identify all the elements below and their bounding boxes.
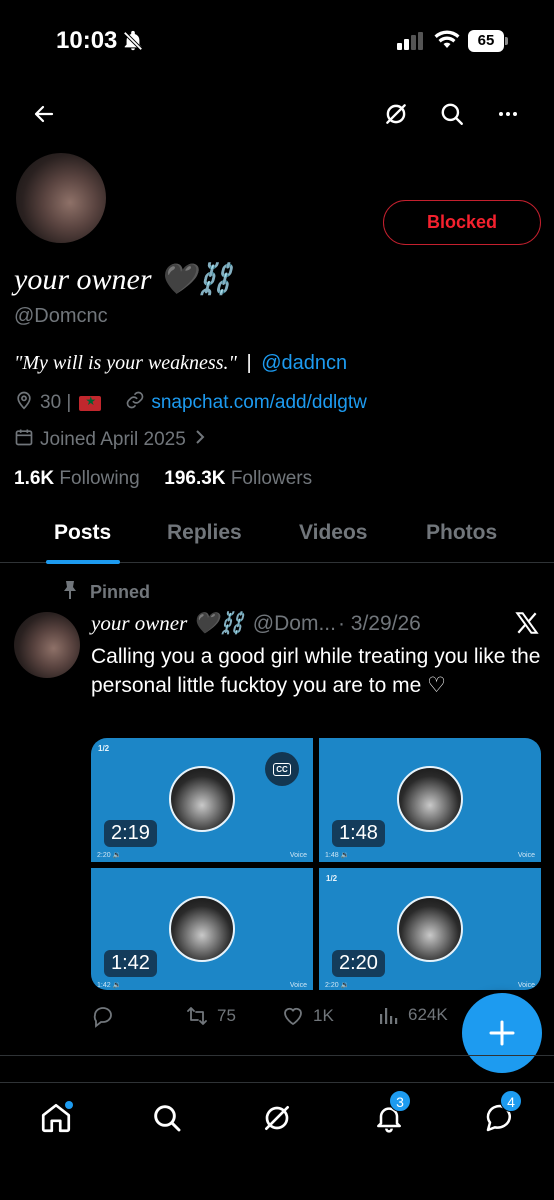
status-bar: 10:03 65 [0, 0, 554, 84]
post-author-name[interactable]: your owner 🖤⛓️ [91, 611, 245, 636]
profile-tabs: Posts Replies Videos Photos [0, 505, 554, 564]
profile-bio: "My will is your weakness." | @dadncn [14, 352, 347, 375]
tab-photos[interactable]: Photos [426, 521, 497, 545]
repost-count: 75 [217, 1006, 236, 1025]
top-nav [0, 90, 554, 138]
notifications-badge: 3 [389, 1090, 411, 1112]
x-logo-icon [514, 610, 540, 641]
post-actions: 75 1K 624K [91, 1004, 491, 1030]
media-thumbnail [169, 896, 235, 962]
media-thumbnail [169, 766, 235, 832]
media-duration: 1:48 [332, 820, 385, 847]
post-header: your owner 🖤⛓️ @Dom... · 3/29/26 [91, 611, 421, 636]
media-tile[interactable]: 1/2 2:20 2:20 🔉 Voice [319, 868, 541, 990]
views-count: 624K [408, 1005, 448, 1024]
profile-meta-joined[interactable]: Joined April 2025 [14, 427, 206, 453]
location-pin-icon [14, 390, 34, 416]
captions-icon[interactable]: CC [265, 752, 299, 786]
profile-joined-date: Joined April 2025 [40, 429, 186, 450]
nav-search-icon[interactable] [142, 1093, 192, 1143]
home-unread-dot [65, 1101, 73, 1109]
battery-icon: 65 [468, 30, 508, 52]
media-thumbnail [397, 896, 463, 962]
profile-meta-location: 30 | snapchat.com/add/ddlgtw [14, 390, 367, 416]
messages-badge: 4 [500, 1090, 522, 1112]
repost-button[interactable]: 75 [185, 1004, 236, 1028]
reply-button[interactable] [91, 1004, 115, 1028]
bottom-nav: 3 4 [0, 1082, 554, 1200]
calendar-icon [14, 427, 34, 453]
profile-display-name: your owner 🖤⛓️ [14, 263, 234, 296]
search-icon[interactable] [430, 90, 474, 138]
profile-url-link[interactable]: snapchat.com/add/ddlgtw [151, 392, 366, 414]
media-duration: 2:20 [332, 950, 385, 977]
chevron-right-icon [194, 429, 206, 451]
post-text: Calling you a good girl while treating y… [91, 645, 541, 697]
compose-post-button[interactable] [462, 993, 542, 1073]
battery-level: 65 [468, 30, 504, 52]
profile-avatar[interactable] [14, 151, 108, 245]
media-duration: 1:42 [104, 950, 157, 977]
bio-quote: "My will is your weakness." [14, 352, 237, 374]
following-link[interactable]: 1.6K Following [14, 468, 140, 489]
post-date: · 3/29/26 [337, 611, 421, 635]
media-tile[interactable]: 1:42 1:42 🔉 Voice [91, 868, 313, 990]
bio-separator: | [246, 352, 252, 374]
post-divider [0, 1055, 554, 1056]
tab-videos[interactable]: Videos [299, 521, 367, 545]
post-author-handle[interactable]: @Dom... [253, 612, 336, 636]
pinned-label: Pinned [62, 580, 150, 605]
profile-location: 30 | [40, 392, 72, 413]
status-time: 10:03 [56, 27, 118, 54]
profile-handle: @Domcnc [14, 305, 108, 327]
post-media-grid: 1/2 CC 2:19 2:20 🔉 Voice 1:48 1:48 🔉 Voi… [91, 738, 541, 990]
pin-icon [62, 580, 78, 605]
media-tile[interactable]: 1/2 CC 2:19 2:20 🔉 Voice [91, 738, 313, 862]
tab-posts[interactable]: Posts [54, 521, 111, 545]
media-thumbnail [397, 766, 463, 832]
media-tile[interactable]: 1:48 1:48 🔉 Voice [319, 738, 541, 862]
followers-link[interactable]: 196.3K Followers [164, 468, 312, 489]
wifi-icon [434, 30, 460, 55]
silent-mode-icon [122, 30, 144, 57]
like-button[interactable]: 1K [281, 1004, 334, 1028]
messages-icon[interactable]: 4 [475, 1090, 525, 1143]
post-author-avatar[interactable] [14, 612, 80, 678]
notifications-bell-icon[interactable]: 3 [364, 1090, 414, 1143]
morocco-flag-icon [79, 394, 102, 411]
active-tab-indicator [46, 560, 120, 564]
bio-mention-link[interactable]: @dadncn [261, 352, 347, 374]
like-count: 1K [313, 1006, 334, 1025]
views-button[interactable]: 624K [378, 1004, 448, 1026]
tab-replies[interactable]: Replies [167, 521, 242, 545]
home-icon[interactable] [31, 1093, 81, 1143]
cellular-signal-icon [397, 32, 425, 55]
media-duration: 2:19 [104, 820, 157, 847]
more-options-icon[interactable] [486, 90, 530, 138]
profile-counts: 1.6K Following 196.3K Followers [14, 468, 312, 490]
blocked-button[interactable]: Blocked [383, 200, 541, 245]
link-icon [125, 390, 145, 416]
back-arrow-icon[interactable] [22, 90, 66, 138]
grok-icon[interactable] [374, 90, 418, 138]
nav-grok-icon[interactable] [252, 1093, 302, 1143]
